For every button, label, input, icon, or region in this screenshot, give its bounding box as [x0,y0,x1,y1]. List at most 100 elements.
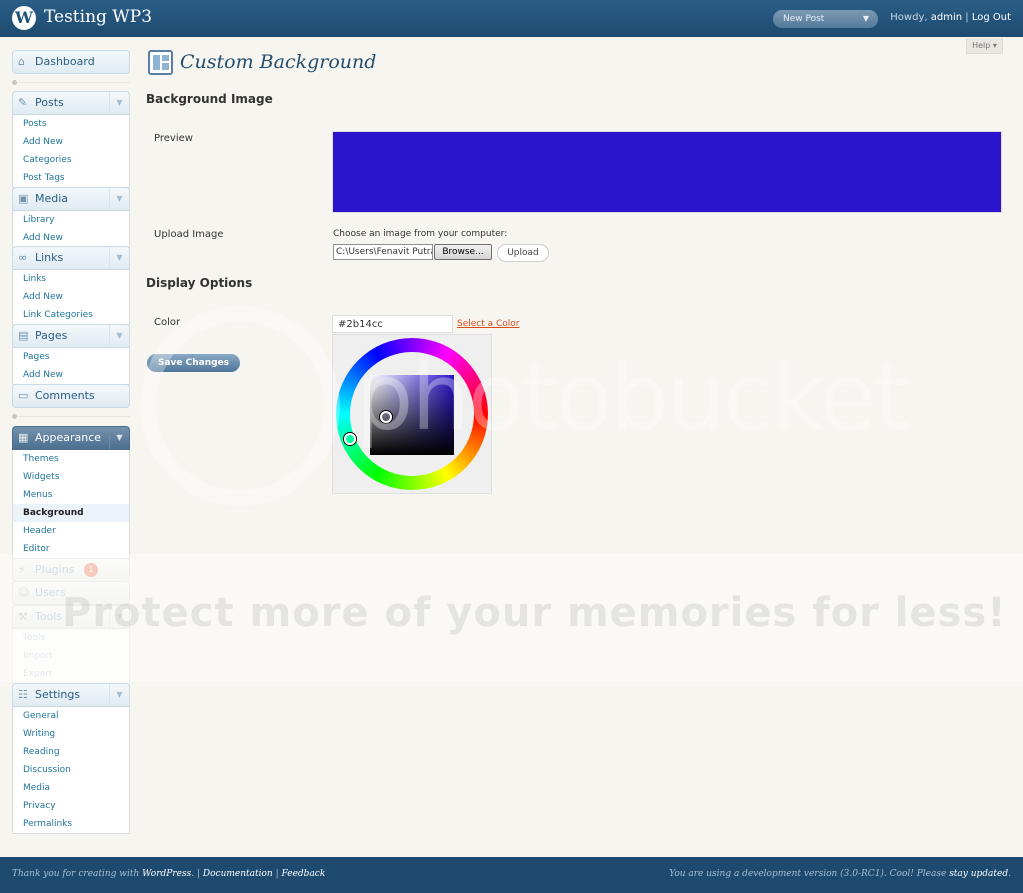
footer-dot: . [191,869,195,879]
chevron-down-icon[interactable]: ▼ [109,247,129,269]
chevron-down-icon[interactable]: ▼ [109,427,129,449]
submenu-item-header[interactable]: Header [13,522,129,540]
submenu-item-post-tags[interactable]: Post Tags [13,169,129,187]
favorite-actions-label: New Post [783,14,825,24]
menu-pages-label: Pages [35,329,68,342]
submenu-item-add-new-post[interactable]: Add New [13,133,129,151]
submenu-item-editor[interactable]: Editor [13,540,129,558]
menu-dashboard[interactable]: ⌂ Dashboard [12,50,130,74]
menu-posts-label: Posts [35,96,64,109]
chevron-down-icon[interactable]: ▼ [109,92,129,114]
settings-icon: ☷ [18,688,28,701]
footer-thank-you-text: Thank you for creating with [12,869,140,879]
menu-comments[interactable]: ▭ Comments [12,384,130,408]
browse-button[interactable]: Browse... [434,244,492,260]
submenu-item-background[interactable]: Background [13,504,129,522]
submenu-item-add-new-link[interactable]: Add New [13,288,129,306]
submenu-item-permalinks[interactable]: Permalinks [13,815,129,833]
hue-marker-handle[interactable] [344,433,356,445]
links-submenu: Links Add New Link Categories [12,270,130,325]
stay-updated-link[interactable]: stay updated [949,869,1008,879]
submenu-item-writing[interactable]: Writing [13,725,129,743]
submenu-item-discussion[interactable]: Discussion [13,761,129,779]
submenu-item-media-settings[interactable]: Media [13,779,129,797]
page-icon: ▤ [18,329,29,342]
menu-users-label: Users [35,586,66,599]
wordpress-logo-icon[interactable]: W [12,6,36,30]
submenu-item-import[interactable]: Import [13,647,129,665]
appearance-icon: ▦ [18,431,29,444]
separator-dot-icon [12,414,17,419]
submenu-item-posts[interactable]: Posts [13,115,129,133]
submenu-item-themes[interactable]: Themes [13,450,129,468]
menu-media-label: Media [35,192,69,205]
themes-icon-panel [162,63,169,70]
footer-separator: | [196,869,201,879]
select-color-link[interactable]: Select a Color [457,319,520,329]
submenu-item-export[interactable]: Export [13,665,129,683]
watermark-band-text: Protect more of your memories for less! [62,590,1007,636]
watermark-band: Protect more of your memories for less! [0,554,1023,682]
submenu-item-links[interactable]: Links [13,270,129,288]
menu-settings-label: Settings [35,688,81,701]
upload-button[interactable]: Upload [497,244,549,262]
photobucket-watermark: photobucket [140,306,910,526]
user-name-link[interactable]: admin [931,12,962,23]
submenu-item-add-new-page[interactable]: Add New [13,366,129,384]
documentation-link[interactable]: Documentation [203,869,273,879]
admin-header: W Testing WP3 New Post ▼ Howdy, admin | … [0,0,1023,37]
chevron-down-icon[interactable]: ▼ [109,606,129,628]
menu-users[interactable]: ☺ Users [12,581,130,605]
chevron-down-icon[interactable]: ▼ [109,325,129,347]
chevron-down-icon[interactable]: ▼ [109,684,129,706]
menu-tools[interactable]: ⚒ Tools ▼ [12,605,130,629]
submenu-item-categories[interactable]: Categories [13,151,129,169]
footer-right: You are using a development version (3.0… [669,869,1011,879]
tools-icon: ⚒ [18,610,28,623]
watermark-ring-icon [140,306,340,506]
menu-plugins[interactable]: ⚡ Plugins 1 [12,558,130,582]
submenu-item-menus[interactable]: Menus [13,486,129,504]
posts-submenu: Posts Add New Categories Post Tags [12,115,130,188]
themes-icon [148,50,173,75]
separator-dot-icon [12,80,17,85]
chevron-down-icon[interactable]: ▼ [863,10,869,28]
plug-icon: ⚡ [18,563,26,576]
color-label: Color [154,317,181,328]
submenu-item-link-categories[interactable]: Link Categories [13,306,129,324]
submenu-item-library[interactable]: Library [13,211,129,229]
color-picker[interactable] [332,334,492,494]
help-tab-button[interactable]: Help ▾ [966,38,1003,54]
menu-links-label: Links [35,251,64,264]
background-image-heading: Background Image [146,92,273,106]
menu-dashboard-label: Dashboard [35,55,95,68]
submenu-item-privacy[interactable]: Privacy [13,797,129,815]
save-changes-button[interactable]: Save Changes [147,354,240,372]
submenu-item-reading[interactable]: Reading [13,743,129,761]
menu-links[interactable]: ∞ Links ▼ [12,246,130,270]
themes-icon-panel [153,55,160,70]
chevron-down-icon[interactable]: ▼ [109,188,129,210]
menu-settings[interactable]: ☷ Settings ▼ [12,683,130,707]
feedback-link[interactable]: Feedback [282,869,326,879]
submenu-item-add-new-media[interactable]: Add New [13,229,129,247]
site-title[interactable]: Testing WP3 [44,7,152,27]
menu-pages[interactable]: ▤ Pages ▼ [12,324,130,348]
footer-end-dot: . [1008,869,1011,879]
submenu-item-general[interactable]: General [13,707,129,725]
saturation-marker-handle[interactable] [380,411,392,423]
logout-link[interactable]: Log Out [972,12,1011,23]
update-count-badge: 1 [83,563,98,577]
menu-media[interactable]: ▣ Media ▼ [12,187,130,211]
media-submenu: Library Add New [12,211,130,248]
file-path-input[interactable]: C:\Users\Fenavit Putra [333,244,433,260]
submenu-item-tools[interactable]: Tools [13,629,129,647]
menu-appearance[interactable]: ▦ Appearance ▼ [12,426,130,450]
submenu-item-widgets[interactable]: Widgets [13,468,129,486]
menu-posts[interactable]: ✎ Posts ▼ [12,91,130,115]
favorite-actions-dropdown[interactable]: New Post ▼ [773,10,878,28]
wordpress-link[interactable]: WordPress [142,869,191,879]
background-color-input[interactable] [332,315,453,333]
menu-appearance-label: Appearance [35,431,102,444]
submenu-item-pages[interactable]: Pages [13,348,129,366]
